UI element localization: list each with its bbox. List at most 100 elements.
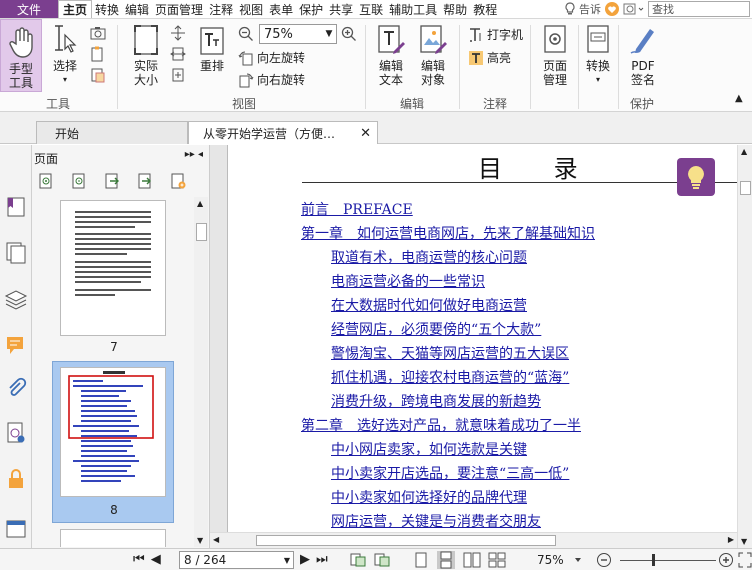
continuous-view-icon[interactable] (437, 551, 455, 569)
select-dropdown-arrow-icon[interactable]: ▾ (48, 73, 82, 87)
clipboard-icon[interactable] (90, 46, 106, 62)
actual-size-button[interactable]: 实际 大小 (128, 23, 164, 87)
paste-icon[interactable] (90, 67, 106, 83)
page-thumbnail-9[interactable] (60, 529, 166, 547)
toc-link[interactable]: 网店运营，关键是与消费者交朋友 (331, 511, 541, 531)
document-vertical-scrollbar[interactable]: ▲ ▼ (737, 145, 752, 548)
reflow-button[interactable]: 重排 (196, 23, 228, 73)
last-page-icon[interactable]: ⏭ (316, 552, 334, 567)
zoom-slider-track[interactable] (620, 560, 716, 561)
tips-button[interactable] (677, 158, 715, 196)
horizontal-scroll-thumb[interactable] (256, 535, 556, 546)
page-number-input[interactable]: 8 / 264 ▼ (179, 551, 294, 569)
toc-link[interactable]: 抓住机遇，迎接农村电商运营的“蓝海” (331, 367, 569, 387)
fit-page-icon[interactable] (170, 25, 186, 41)
tab-document[interactable]: 从零开始学运营（方便… ✕ (188, 121, 378, 144)
single-page-view-icon[interactable] (414, 552, 428, 568)
toc-link[interactable]: 中小卖家开店选品，要注意“三高一低” (331, 463, 569, 483)
toc-link[interactable]: 前言 PREFACE (301, 199, 413, 219)
menu-form[interactable]: 表单 (266, 0, 296, 18)
new-page-icon[interactable] (170, 173, 186, 189)
toc-link[interactable]: 在大数据时代如何做好电商运营 (331, 295, 527, 315)
fit-width-icon[interactable] (170, 46, 186, 62)
menu-protect[interactable]: 保护 (296, 0, 326, 18)
convert-button[interactable]: 转换 ▾ (582, 23, 614, 87)
menu-home[interactable]: 主页 (58, 0, 93, 18)
close-tab-icon[interactable]: ✕ (360, 126, 371, 141)
bookmark-icon[interactable] (4, 195, 28, 219)
status-zoom-in-icon[interactable] (718, 552, 734, 568)
scroll-left-icon[interactable]: ◀ (213, 535, 219, 544)
rotate-left-button[interactable]: 向左旋转 (238, 49, 305, 66)
layers-icon[interactable] (4, 287, 28, 311)
convert-dropdown-arrow-icon[interactable]: ▾ (582, 73, 614, 87)
heart-icon[interactable] (604, 2, 620, 16)
page-thumbnail-8[interactable] (60, 367, 166, 497)
insert-page-icon[interactable] (104, 173, 120, 189)
fit-visible-icon[interactable] (170, 67, 186, 83)
lightbulb-icon[interactable] (564, 2, 576, 16)
toc-link[interactable]: 警惕淘宝、天猫等网店运营的五大误区 (331, 343, 569, 363)
continuous-facing-view-icon[interactable] (488, 552, 506, 568)
extract-page-icon[interactable] (137, 173, 153, 189)
search-input[interactable]: 查找 (648, 1, 750, 17)
status-zoom-out-icon[interactable] (596, 552, 612, 568)
previous-view-icon[interactable] (350, 552, 366, 568)
zoom-in-icon[interactable] (341, 26, 357, 42)
toc-link[interactable]: 中小卖家如何选择好的品牌代理 (331, 487, 527, 507)
tab-start[interactable]: 开始 (36, 121, 188, 144)
menu-accessibility[interactable]: 辅助工具 (386, 0, 440, 18)
toc-link[interactable]: 第一章 如何运营电商网店，先来了解基础知识 (301, 223, 595, 243)
zoom-select[interactable]: 75% ▼ (259, 24, 337, 44)
menu-view[interactable]: 视图 (236, 0, 266, 18)
zoom-out-icon[interactable] (238, 26, 254, 42)
next-page-icon[interactable]: ▶ (300, 552, 316, 567)
signature-panel-icon[interactable] (4, 421, 28, 445)
highlight-button[interactable]: 高亮 (468, 49, 511, 66)
thumbnail-scrollbar[interactable]: ▲ ▼ (194, 197, 208, 547)
select-tool-button[interactable]: 选择 ▾ (48, 23, 82, 87)
ribbon-collapse-icon[interactable]: ▲ (735, 93, 743, 104)
menu-share[interactable]: 共享 (326, 0, 356, 18)
hand-tool-button[interactable]: 手型 工具 (0, 19, 42, 92)
panel-expand-collapse-icon[interactable]: ▸▸ ◂ (185, 149, 203, 160)
menu-convert[interactable]: 转换 (92, 0, 122, 18)
menu-help[interactable]: 帮助 (440, 0, 470, 18)
pdf-sign-button[interactable]: PDF 签名 (625, 23, 661, 87)
next-view-icon[interactable] (374, 552, 390, 568)
edit-object-button[interactable]: 编辑 对象 (414, 23, 452, 87)
search-options-icon[interactable] (623, 2, 645, 16)
document-horizontal-scrollbar[interactable]: ◀ ▶ (210, 532, 737, 548)
lock-icon[interactable] (4, 467, 28, 491)
toc-link[interactable]: 取道有术，电商运营的核心问题 (331, 247, 527, 267)
menu-connect[interactable]: 互联 (356, 0, 386, 18)
fullscreen-icon[interactable] (738, 552, 752, 568)
toc-link[interactable]: 中小网店卖家，如何选款是关键 (331, 439, 527, 459)
document-scroll-thumb[interactable] (740, 181, 751, 195)
page-thumbnails-icon[interactable] (4, 241, 28, 265)
thumb-zoom-in-icon[interactable] (38, 173, 54, 189)
facing-view-icon[interactable] (463, 552, 481, 568)
file-menu-button[interactable]: 文件 (0, 0, 58, 18)
page-dropdown-arrow-icon[interactable]: ▼ (281, 556, 293, 565)
rotate-right-button[interactable]: 向右旋转 (238, 71, 305, 88)
attachment-icon[interactable] (4, 377, 28, 401)
zoom-dropdown-arrow-icon[interactable]: ▼ (322, 29, 336, 39)
typewriter-button[interactable]: 打字机 (468, 26, 523, 43)
zoom-dropdown-icon[interactable] (573, 552, 583, 568)
menu-tutorial[interactable]: 教程 (470, 0, 500, 18)
thumbnail-list[interactable]: 7 8 (34, 197, 194, 547)
previous-page-icon[interactable]: ◀ (151, 552, 167, 567)
page-manage-button[interactable]: 页面 管理 (536, 23, 574, 87)
toc-link[interactable]: 消费升级，跨境电商发展的新趋势 (331, 391, 541, 411)
snapshot-icon[interactable] (90, 26, 106, 40)
document-page[interactable]: 目 录 前言 PREFACE 第一章 如何运营电商网店，先来了解基础知识 取道有术，… (227, 145, 737, 548)
scroll-up-icon[interactable]: ▲ (741, 147, 747, 156)
scroll-up-icon[interactable]: ▲ (197, 199, 203, 208)
menu-comment[interactable]: 注释 (206, 0, 236, 18)
zoom-slider-handle[interactable] (652, 554, 655, 566)
menu-edit[interactable]: 编辑 (122, 0, 152, 18)
first-page-icon[interactable]: ⏮ (133, 552, 151, 567)
scroll-down-icon[interactable]: ▼ (741, 537, 747, 546)
thumb-zoom-out-icon[interactable] (71, 173, 87, 189)
